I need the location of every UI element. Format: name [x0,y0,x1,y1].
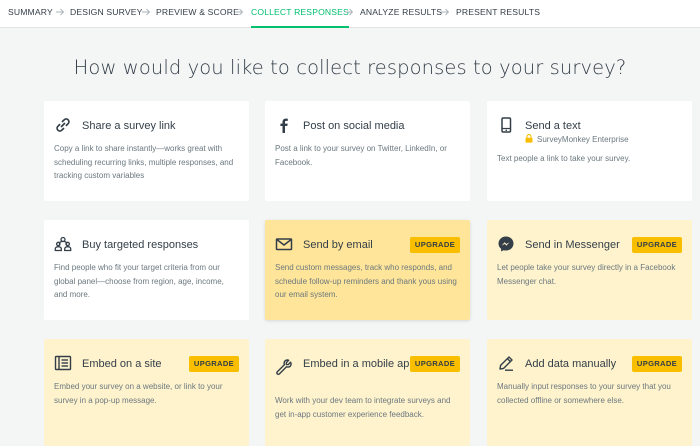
enterprise-label: SurveyMonkey Enterprise [537,135,629,144]
upgrade-badge[interactable]: UPGRADE [631,356,682,372]
upgrade-badge[interactable]: UPGRADE [409,237,460,253]
card-description: Copy a link to share instantly—works gre… [54,144,234,180]
pencil-icon [497,354,515,372]
nav-step-collect-responses[interactable]: COLLECT RESPONSES [251,0,349,28]
smartphone-icon [497,116,515,134]
card-description: Embed your survey on a website, or link … [54,382,223,405]
card-title: Embed in a mobile app [303,358,416,370]
nav-step-summary[interactable]: SUMMARY [8,0,53,26]
upgrade-badge[interactable]: UPGRADE [188,356,239,372]
chevron-right-icon [56,8,65,16]
card-description: Text people a link to take your survey. [497,154,631,163]
chevron-right-icon [142,8,151,16]
card-targeted-responses[interactable]: Buy targeted responses Find people who f… [44,220,249,320]
card-title: Add data manually [525,358,617,370]
card-title: Share a survey link [82,120,176,132]
chevron-right-icon [345,8,354,16]
card-title: Send in Messenger [525,239,620,251]
card-description: Post a link to your survey on Twitter, L… [275,144,447,167]
card-mobile-app[interactable]: Embed in a mobile app UPGRADE Work with … [265,339,470,446]
card-survey-link[interactable]: Share a survey link Copy a link to share… [44,101,249,201]
nav-step-preview-score[interactable]: PREVIEW & SCORE [156,0,239,26]
enterprise-plan-note: SurveyMonkey Enterprise [525,134,629,145]
messenger-icon [497,235,515,253]
page-title: How would you like to collect responses … [73,56,627,79]
embed-window-icon [54,354,72,372]
envelope-icon [275,235,293,253]
lock-icon [525,134,533,143]
chevron-right-icon [235,8,244,16]
nav-step-design-survey[interactable]: DESIGN SURVEY [70,0,142,26]
card-title: Buy targeted responses [82,239,199,251]
card-title: Send a text [525,120,581,132]
people-group-icon [54,235,72,253]
card-description: Manually input responses to your survey … [497,382,671,405]
card-manual-entry[interactable]: Add data manually UPGRADE Manually input… [487,339,692,446]
card-title: Send by email [303,239,373,251]
nav-step-present-results[interactable]: PRESENT RESULTS [456,0,540,26]
upgrade-badge[interactable]: UPGRADE [409,356,460,372]
nav-step-analyze-results[interactable]: ANALYZE RESULTS [360,0,442,26]
card-description: Let people take your survey directly in … [497,263,676,286]
card-email[interactable]: Send by email UPGRADE Send custom messag… [265,220,470,320]
link-icon [54,116,72,134]
card-embed-site[interactable]: Embed on a site UPGRADE Embed your surve… [44,339,249,446]
card-description: Send custom messages, track who responds… [275,263,457,299]
card-social-media[interactable]: Post on social media Post a link to your… [265,101,470,201]
card-title: Embed on a site [82,358,162,370]
facebook-icon [275,116,293,134]
chevron-right-icon [441,8,450,16]
card-messenger[interactable]: Send in Messenger UPGRADE Let people tak… [487,220,692,320]
card-description: Work with your dev team to integrate sur… [275,396,451,419]
upgrade-badge[interactable]: UPGRADE [631,237,682,253]
progress-nav: SUMMARY DESIGN SURVEY PREVIEW & SCORE CO… [0,0,700,28]
card-description: Find people who fit your target criteria… [54,263,224,299]
card-text[interactable]: Send a text SurveyMonkey Enterprise Text… [487,101,692,201]
card-title: Post on social media [303,120,405,132]
wrench-icon [275,358,293,376]
